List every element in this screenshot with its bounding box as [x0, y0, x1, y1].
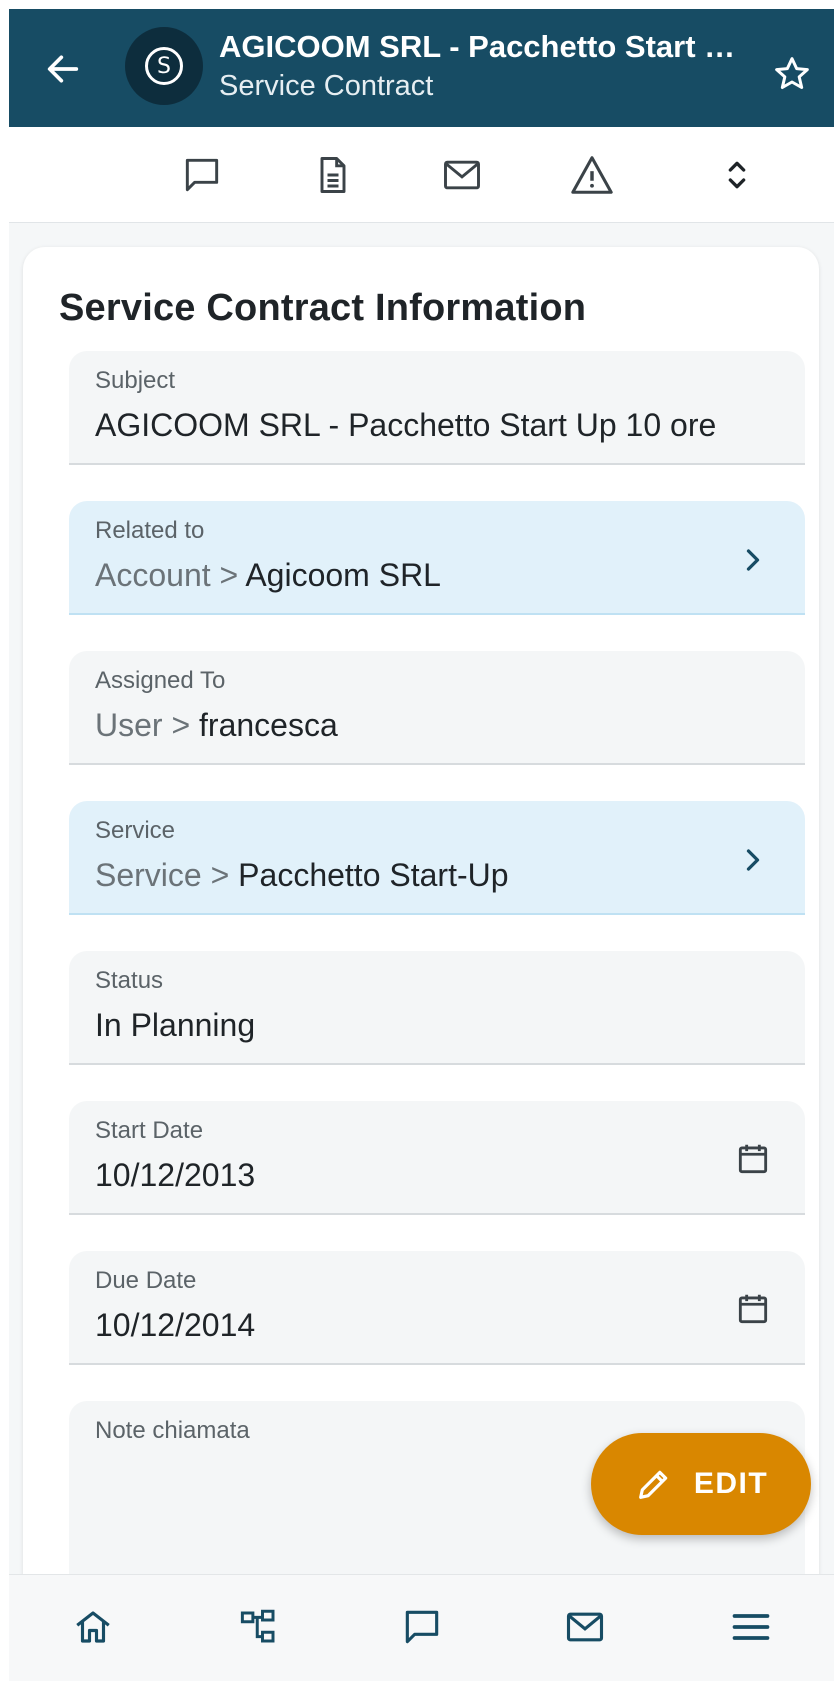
arrow-left-icon	[47, 55, 79, 83]
menu-icon	[732, 1614, 770, 1640]
field-label: Service	[95, 817, 176, 844]
service-field[interactable]: Service Service > Pacchetto Start-Up	[69, 801, 805, 915]
due-date-field[interactable]: Due Date 10/12/2014	[69, 1251, 805, 1365]
chevron-right-icon	[741, 545, 765, 575]
app-bar: S AGICOOM SRL - Pacchetto Start Up... Se…	[9, 9, 834, 127]
action-toolbar	[9, 127, 834, 223]
edit-button[interactable]: EDIT	[591, 1433, 811, 1535]
field-value: Agicoom SRL	[245, 557, 441, 593]
field-label: Status	[95, 967, 164, 994]
nav-home[interactable]	[63, 1597, 123, 1657]
documents-button[interactable]	[305, 147, 361, 203]
field-value: AGICOOM SRL - Pacchetto Start Up 10 ore	[95, 407, 717, 443]
field-label: Start Date	[95, 1117, 204, 1144]
field-value: In Planning	[95, 1007, 256, 1043]
home-icon	[76, 1611, 110, 1643]
expand-collapse-icon	[728, 161, 746, 189]
field-prefix: Service >	[95, 857, 239, 893]
nav-mail[interactable]	[555, 1597, 615, 1657]
field-value-line: Service > Pacchetto Start-Up	[95, 857, 509, 894]
nav-comments[interactable]	[392, 1597, 452, 1657]
calendar-icon[interactable]	[731, 1287, 775, 1331]
nav-hierarchy[interactable]	[229, 1597, 289, 1657]
alerts-button[interactable]	[564, 147, 620, 203]
field-label: Related to	[95, 517, 205, 544]
document-icon	[320, 157, 346, 193]
field-label: Due Date	[95, 1267, 197, 1294]
comment-icon	[185, 158, 219, 192]
field-prefix: Account >	[95, 557, 246, 593]
bottom-nav	[9, 1574, 834, 1681]
field-value: 10/12/2013	[95, 1157, 256, 1193]
field-prefix: User >	[95, 707, 200, 743]
status-field[interactable]: Status In Planning	[69, 951, 805, 1065]
field-label: Note chiamata	[95, 1417, 250, 1444]
calendar-icon[interactable]	[731, 1137, 775, 1181]
avatar-letter: S	[145, 47, 183, 85]
nav-menu[interactable]	[721, 1597, 781, 1657]
favorite-button[interactable]	[767, 49, 817, 99]
comment-icon	[405, 1610, 439, 1644]
chevron-right-icon	[741, 845, 765, 875]
related-to-field[interactable]: Related to Account > Agicoom SRL	[69, 501, 805, 615]
field-value: 10/12/2014	[95, 1307, 256, 1343]
back-button[interactable]	[35, 41, 91, 97]
emails-button[interactable]	[434, 147, 490, 203]
field-value: Pacchetto Start-Up	[238, 857, 509, 893]
edit-button-label: EDIT	[693, 1467, 769, 1500]
field-label: Subject	[95, 367, 176, 394]
field-value: francesca	[199, 707, 338, 743]
comments-button[interactable]	[174, 147, 230, 203]
mail-icon	[566, 1612, 604, 1642]
start-date-field[interactable]: Start Date 10/12/2013	[69, 1101, 805, 1215]
page-title: AGICOOM SRL - Pacchetto Start Up...	[219, 29, 739, 64]
pencil-icon	[638, 1470, 668, 1499]
field-label: Assigned To	[95, 667, 226, 694]
star-outline-icon	[775, 57, 809, 89]
mail-icon	[444, 160, 480, 190]
warning-icon	[571, 156, 613, 194]
hierarchy-icon	[240, 1609, 275, 1643]
expand-collapse-button[interactable]	[709, 147, 765, 203]
subject-field[interactable]: Subject AGICOOM SRL - Pacchetto Start Up…	[69, 351, 805, 465]
assigned-to-field[interactable]: Assigned To User > francesca	[69, 651, 805, 765]
field-value-line: User > francesca	[95, 707, 338, 744]
page-subtitle: Service Contract	[219, 70, 434, 102]
app-frame: S AGICOOM SRL - Pacchetto Start Up... Se…	[9, 9, 834, 1681]
title-block: AGICOOM SRL - Pacchetto Start Up... Serv…	[219, 27, 739, 105]
field-value-line: Account > Agicoom SRL	[95, 557, 441, 594]
avatar: S	[125, 27, 203, 105]
card-title: Service Contract Information	[59, 287, 587, 329]
